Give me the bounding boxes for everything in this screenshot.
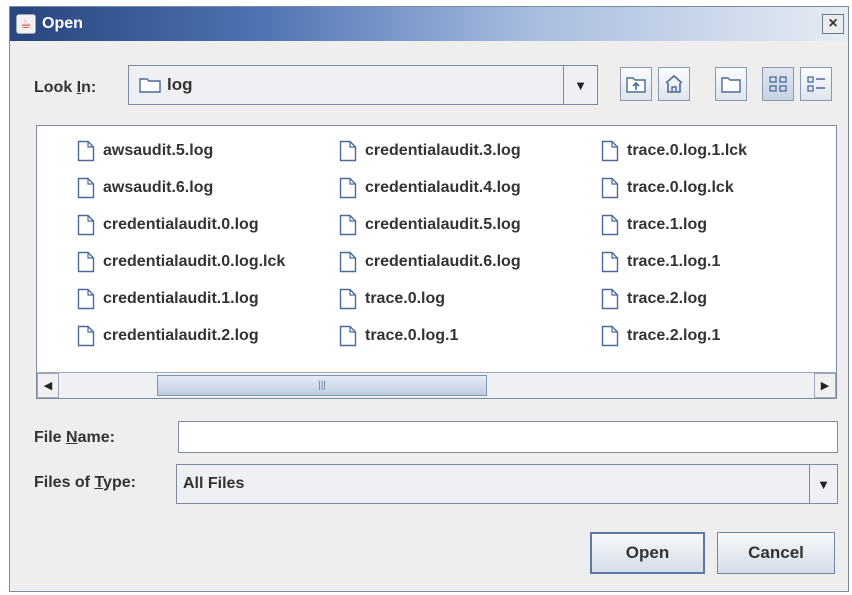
open-button[interactable]: Open: [590, 532, 705, 574]
home-icon: [665, 74, 683, 93]
new-folder-button[interactable]: [715, 67, 747, 101]
file-item[interactable]: trace.1.log.1: [601, 247, 720, 277]
file-name: awsaudit.6.log: [103, 179, 214, 196]
file-icon: [339, 214, 357, 236]
look-in-field[interactable]: log: [129, 66, 563, 104]
file-name: trace.0.log: [365, 290, 446, 307]
file-name-label: File Name:: [34, 429, 115, 446]
file-item[interactable]: trace.0.log: [339, 284, 445, 314]
file-item[interactable]: credentialaudit.0.log.lck: [77, 247, 285, 277]
close-button[interactable]: ×: [822, 14, 844, 34]
file-name: trace.0.log.1.lck: [627, 142, 748, 159]
scroll-right-button[interactable]: ▶: [814, 373, 836, 398]
file-icon: [601, 177, 619, 199]
file-type-value: All Files: [183, 475, 245, 492]
java-app-icon: ☕: [16, 14, 36, 34]
file-item[interactable]: trace.0.log.1.lck: [601, 136, 747, 166]
file-item[interactable]: credentialaudit.2.log: [77, 321, 259, 351]
file-item[interactable]: trace.0.log.1: [339, 321, 458, 351]
file-grid: awsaudit.5.log awsaudit.6.log credentialau…: [37, 126, 836, 372]
grip-icon: |||: [318, 380, 326, 391]
list-view-button[interactable]: [762, 67, 794, 101]
file-name: credentialaudit.4.log: [365, 179, 521, 196]
arrow-right-icon: ▶: [820, 380, 830, 392]
file-type-combo[interactable]: All Files ▼: [176, 464, 838, 504]
scrollbar-thumb[interactable]: |||: [157, 375, 487, 396]
file-name: trace.0.log.lck: [627, 179, 734, 196]
file-icon: [601, 251, 619, 273]
file-item[interactable]: credentialaudit.0.log: [77, 210, 259, 240]
file-item[interactable]: trace.2.log.1: [601, 321, 720, 351]
file-icon: [77, 251, 95, 273]
details-view-button[interactable]: [800, 67, 832, 101]
close-icon: ×: [828, 15, 838, 32]
file-icon: [601, 325, 619, 347]
look-in-label: Look In:: [34, 79, 97, 96]
file-name: credentialaudit.5.log: [365, 216, 521, 233]
folder-icon: [139, 78, 161, 93]
file-list[interactable]: awsaudit.5.log awsaudit.6.log credentialau…: [36, 125, 837, 399]
file-item[interactable]: credentialaudit.3.log: [339, 136, 521, 166]
look-in-dropdown-arrow[interactable]: ▼: [563, 66, 597, 104]
file-name: credentialaudit.6.log: [365, 253, 521, 270]
file-item[interactable]: credentialaudit.6.log: [339, 247, 521, 277]
horizontal-scrollbar[interactable]: ◀ ||| ▶: [37, 372, 836, 398]
file-icon: [339, 325, 357, 347]
dialog-title: Open: [42, 15, 83, 32]
file-name: trace.1.log: [627, 216, 708, 233]
file-icon: [601, 288, 619, 310]
up-one-level-button[interactable]: [620, 67, 652, 101]
file-name: trace.0.log.1: [365, 327, 459, 344]
look-in-combo[interactable]: log ▼: [128, 65, 598, 105]
file-name: credentialaudit.2.log: [103, 327, 259, 344]
open-file-dialog: ☕ Open × Look In: log ▼ awsaudit.5.log a…: [9, 6, 849, 592]
home-button[interactable]: [658, 67, 690, 101]
arrow-left-icon: ◀: [43, 380, 53, 392]
file-item[interactable]: awsaudit.6.log: [77, 173, 213, 203]
file-name: credentialaudit.1.log: [103, 290, 259, 307]
file-name: credentialaudit.3.log: [365, 142, 521, 159]
title-bar[interactable]: ☕ Open ×: [10, 7, 848, 41]
file-icon: [339, 288, 357, 310]
file-icon: [77, 177, 95, 199]
file-name-input[interactable]: [178, 421, 838, 453]
file-icon: [339, 177, 357, 199]
file-item[interactable]: credentialaudit.1.log: [77, 284, 259, 314]
file-icon: [601, 140, 619, 162]
file-type-dropdown-arrow[interactable]: ▼: [809, 465, 837, 503]
details-view-icon: [807, 76, 825, 92]
scroll-left-button[interactable]: ◀: [37, 373, 59, 398]
file-name: credentialaudit.0.log: [103, 216, 259, 233]
chevron-down-icon: ▼: [817, 476, 830, 492]
file-item[interactable]: trace.0.log.lck: [601, 173, 734, 203]
file-item[interactable]: trace.2.log: [601, 284, 707, 314]
new-folder-icon: [721, 77, 741, 93]
file-name: credentialaudit.0.log.lck: [103, 253, 286, 270]
file-name: trace.2.log: [627, 290, 708, 307]
file-name: trace.1.log.1: [627, 253, 721, 270]
file-icon: [77, 288, 95, 310]
chevron-down-icon: ▼: [574, 77, 587, 93]
file-name: awsaudit.5.log: [103, 142, 214, 159]
file-item[interactable]: credentialaudit.5.log: [339, 210, 521, 240]
file-type-label: Files of Type:: [34, 474, 136, 491]
file-name: trace.2.log.1: [627, 327, 721, 344]
file-icon: [77, 140, 95, 162]
file-item[interactable]: awsaudit.5.log: [77, 136, 213, 166]
up-one-level-icon: [626, 77, 646, 93]
file-icon: [77, 214, 95, 236]
file-icon: [601, 214, 619, 236]
file-icon: [77, 325, 95, 347]
look-in-value: log: [167, 75, 193, 94]
file-item[interactable]: trace.1.log: [601, 210, 707, 240]
file-icon: [339, 140, 357, 162]
list-view-icon: [769, 76, 787, 92]
cancel-button[interactable]: Cancel: [717, 532, 835, 574]
file-icon: [339, 251, 357, 273]
file-item[interactable]: credentialaudit.4.log: [339, 173, 521, 203]
